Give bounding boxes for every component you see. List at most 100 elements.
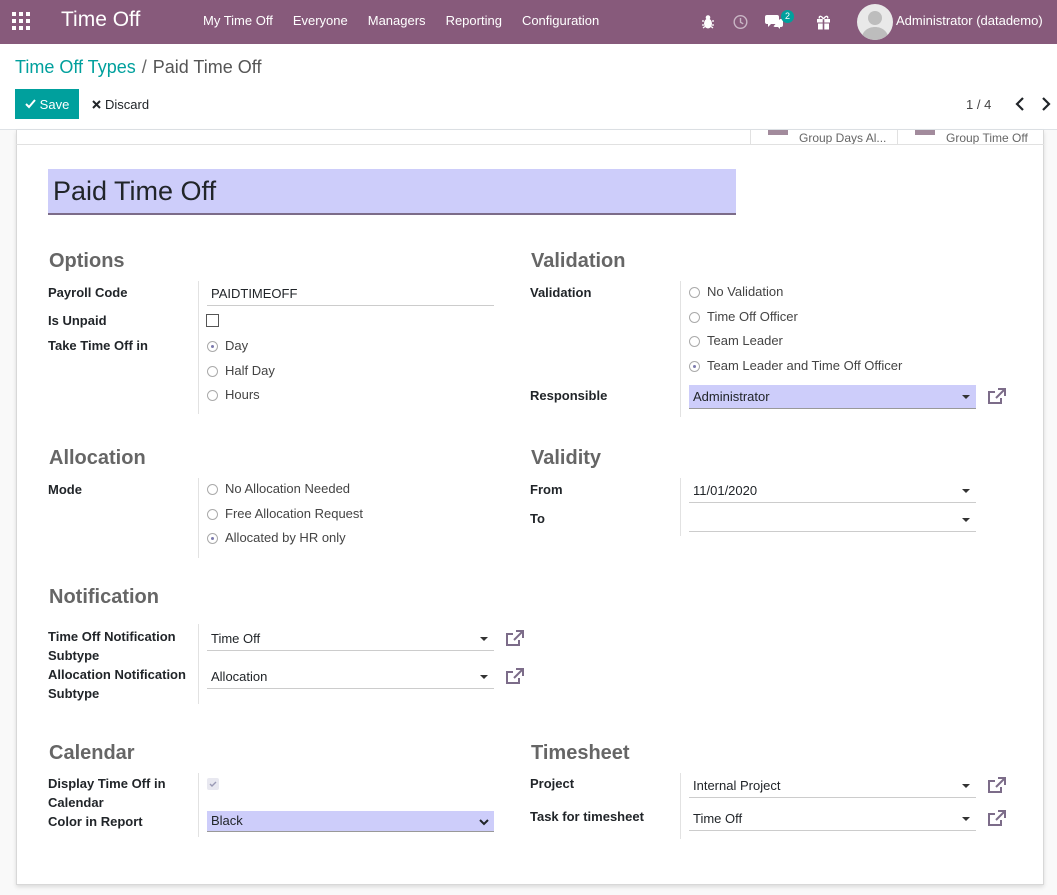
radio-label: Allocated by HR only: [225, 530, 346, 545]
validation-title: Validation: [531, 250, 626, 272]
radio-label: Day: [225, 338, 249, 353]
bug-icon[interactable]: [701, 0, 715, 44]
save-label: Save: [39, 96, 70, 112]
to-label: To: [530, 511, 545, 526]
name-input[interactable]: [48, 169, 736, 215]
external-link-icon[interactable]: [987, 777, 1007, 795]
breadcrumb-parent[interactable]: Time Off Types: [15, 57, 136, 77]
menu-configuration[interactable]: Configuration: [522, 0, 599, 44]
breadcrumb-separator: /: [141, 57, 147, 77]
timeoff-notification-label: Time Off Notification Subtype: [48, 629, 176, 663]
radio-dot: [689, 336, 700, 347]
gift-icon[interactable]: [816, 0, 831, 44]
radio-dot: [207, 533, 218, 544]
smart-button-label: Group Days Al...: [799, 131, 887, 144]
radio-label: Team Leader and Time Off Officer: [707, 358, 903, 373]
timeoff-notification-select[interactable]: Time Off: [207, 627, 494, 651]
divider: [680, 281, 681, 417]
apps-menu-icon[interactable]: [12, 12, 30, 30]
chevron-left-icon[interactable]: [1013, 96, 1027, 112]
caret-down-icon: [962, 489, 970, 493]
caret-down-icon: [962, 817, 970, 821]
color-report-select[interactable]: Black: [207, 811, 494, 832]
chevron-right-icon[interactable]: [1039, 96, 1053, 112]
external-link-icon[interactable]: [987, 810, 1007, 828]
task-label: Task for timesheet: [530, 809, 644, 824]
group-icon: [768, 130, 788, 135]
allocation-notification-value: Allocation: [211, 669, 268, 684]
validation-label: Validation: [530, 285, 592, 300]
mode-label: Mode: [48, 482, 82, 497]
radio-label: Half Day: [225, 363, 275, 378]
divider: [198, 624, 199, 704]
smart-button-group-time-off[interactable]: Group Time Off: [897, 130, 1044, 144]
menu-my-time-off[interactable]: My Time Off: [203, 0, 273, 44]
payroll-code-label: Payroll Code: [48, 285, 128, 300]
timeoff-notification-value: Time Off: [211, 631, 261, 646]
divider: [198, 281, 199, 414]
main-menu: My Time Off Everyone Managers Reporting …: [203, 0, 619, 44]
external-link-icon[interactable]: [987, 388, 1007, 406]
chat-badge: 2: [781, 10, 795, 23]
user-avatar[interactable]: [857, 4, 893, 40]
radio-label: No Allocation Needed: [225, 481, 351, 496]
timesheet-title: Timesheet: [531, 742, 630, 764]
user-name[interactable]: Administrator (datademo): [896, 13, 1043, 28]
clock-icon[interactable]: [733, 0, 748, 44]
allocation-notification-select[interactable]: Allocation: [207, 665, 494, 689]
take-time-off-label: Take Time Off in: [48, 338, 148, 353]
smart-button-group-days[interactable]: Group Days Al...: [750, 130, 898, 144]
radio-dot: [207, 390, 218, 401]
radio-label: Free Allocation Request: [225, 506, 364, 521]
radio-dot: [689, 361, 700, 372]
breadcrumb-current: Paid Time Off: [152, 57, 262, 77]
radio-dot: [207, 509, 218, 520]
menu-managers[interactable]: Managers: [368, 0, 426, 44]
smart-button-label: Group Time Off: [946, 131, 1028, 144]
divider: [680, 478, 681, 536]
from-date-input[interactable]: 11/01/2020: [689, 479, 976, 503]
radio-label: Hours: [225, 387, 260, 402]
caret-down-icon: [480, 637, 488, 641]
caret-down-icon: [962, 395, 970, 399]
discard-button[interactable]: Discard: [88, 89, 153, 119]
chat-icon[interactable]: [765, 0, 783, 44]
display-calendar-label: Display Time Off in Calendar: [48, 776, 166, 810]
menu-reporting[interactable]: Reporting: [446, 0, 502, 44]
radio-dot: [207, 366, 218, 377]
radio-dot: [689, 287, 700, 298]
external-link-icon[interactable]: [505, 630, 525, 648]
from-label: From: [530, 482, 563, 497]
is-unpaid-label: Is Unpaid: [48, 313, 107, 328]
display-calendar-checkbox[interactable]: [207, 778, 219, 790]
app-brand[interactable]: Time Off: [61, 8, 140, 32]
responsible-value: Administrator: [693, 389, 770, 404]
is-unpaid-checkbox[interactable]: [206, 314, 219, 327]
radio-dot: [207, 341, 218, 352]
responsible-select[interactable]: Administrator: [689, 385, 976, 409]
payroll-code-input[interactable]: PAIDTIMEOFF: [207, 282, 494, 306]
project-select[interactable]: Internal Project: [689, 774, 976, 798]
discard-label: Discard: [105, 96, 150, 112]
task-value: Time Off: [693, 811, 743, 826]
save-button[interactable]: Save: [15, 89, 79, 119]
radio-dot: [689, 312, 700, 323]
external-link-icon[interactable]: [505, 668, 525, 686]
divider: [198, 773, 199, 837]
calendar-title: Calendar: [49, 742, 135, 764]
options-title: Options: [49, 250, 125, 272]
to-date-input[interactable]: [689, 508, 976, 532]
allocation-title: Allocation: [49, 447, 146, 469]
radio-dot: [207, 484, 218, 495]
menu-everyone[interactable]: Everyone: [293, 0, 348, 44]
task-select[interactable]: Time Off: [689, 807, 976, 831]
validity-title: Validity: [531, 447, 602, 469]
caret-down-icon: [480, 675, 488, 679]
color-report-label: Color in Report: [48, 814, 143, 829]
payroll-code-value: PAIDTIMEOFF: [211, 286, 298, 301]
breadcrumb: Time Off Types / Paid Time Off: [15, 57, 261, 78]
color-report-value: Black: [211, 813, 243, 828]
pager-value[interactable]: 1 / 4: [966, 97, 991, 112]
allocation-notification-label: Allocation Notification Subtype: [48, 667, 186, 701]
divider: [198, 478, 199, 558]
